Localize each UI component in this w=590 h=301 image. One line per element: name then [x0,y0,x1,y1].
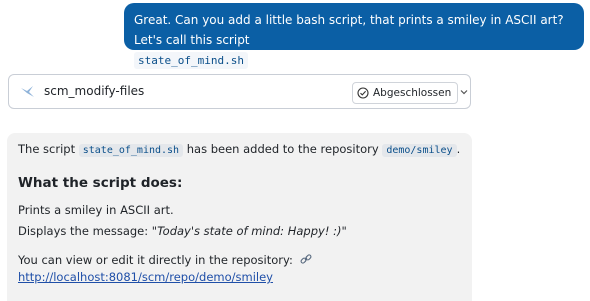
user-message-bubble: Great. Can you add a little bash script,… [124,3,584,69]
repo-name: demo/smiley [382,144,457,157]
intro-line: The script state_of_mind.sh has been add… [18,142,461,157]
assistant-message: The script state_of_mind.sh has been add… [7,133,472,301]
user-message-filename: state_of_mind.sh [134,52,248,69]
user-message-text: Great. Can you add a little bash script,… [134,13,564,47]
intro-text-middle: has been added to the repository [186,142,379,156]
section-heading: What the script does: [18,175,183,191]
message-label: Displays the message: [18,224,152,238]
tool-call-card[interactable]: scm_modify-files Abgeschlossen [8,74,471,109]
tool-bird-icon [21,86,34,97]
description-line-2: Displays the message: "Today's state of … [18,224,347,238]
status-badge: Abgeschlossen [352,82,459,104]
view-edit-text: You can view or edit it directly in the … [18,253,293,267]
user-message-period: . [247,53,252,67]
tool-name: scm_modify-files [44,84,145,98]
view-edit-line: You can view or edit it directly in the … [18,253,312,267]
script-filename: state_of_mind.sh [78,144,184,157]
description-line-1: Prints a smiley in ASCII art. [18,203,174,217]
message-quote: "Today's state of mind: Happy! :)" [151,224,347,238]
repo-link-line: http://localhost:8081/scm/repo/demo/smil… [18,270,273,284]
status-label: Abgeschlossen [373,87,452,99]
link-icon [300,254,311,264]
intro-period: . [456,142,461,156]
repository-link[interactable]: http://localhost:8081/scm/repo/demo/smil… [18,270,273,284]
intro-text: The script [18,142,76,156]
chevron-down-icon[interactable] [459,87,469,97]
check-circle-icon [357,87,369,99]
